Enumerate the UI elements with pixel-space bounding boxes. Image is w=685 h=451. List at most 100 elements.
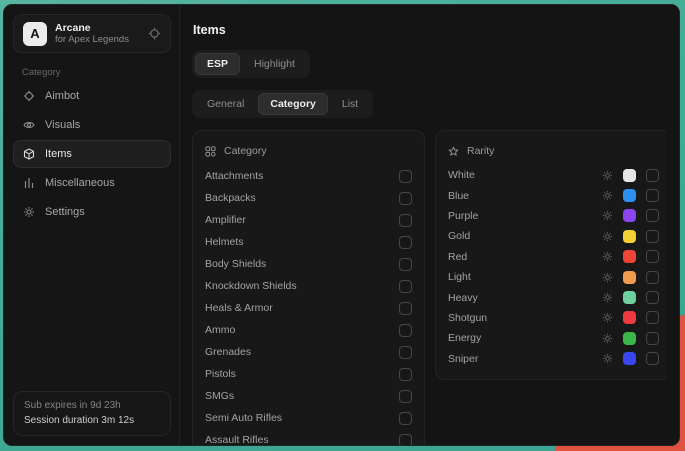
rarity-row: Purple [448,206,659,226]
rarity-checkbox[interactable] [646,271,659,284]
tab-esp[interactable]: ESP [195,53,240,75]
rarity-checkbox[interactable] [646,250,659,263]
category-row-label: Assault Rifles [205,434,269,445]
category-row: Semi Auto Rifles [205,407,412,429]
brand-card: A Arcane for Apex Legends [13,14,171,53]
sub-expiry-text: Sub expires in 9d 23h [24,398,160,413]
rarity-row: Gold [448,226,659,246]
session-duration-text: Session duration 3m 12s [24,413,160,428]
sidebar-item-aimbot[interactable]: Aimbot [13,82,171,110]
category-checkbox[interactable] [399,302,412,315]
tab-list[interactable]: List [330,93,370,115]
color-swatch[interactable] [623,189,636,202]
category-checkbox[interactable] [399,412,412,425]
category-row: Pistols [205,363,412,385]
tab-general[interactable]: General [195,93,256,115]
color-swatch[interactable] [623,311,636,324]
eye-icon [23,119,35,131]
category-row: Assault Rifles [205,429,412,445]
sidebar-item-miscellaneous[interactable]: Miscellaneous [13,169,171,197]
gear-icon[interactable] [602,272,613,283]
rarity-checkbox[interactable] [646,169,659,182]
sidebar-item-visuals[interactable]: Visuals [13,111,171,139]
category-row: Amplifier [205,209,412,231]
gear-icon[interactable] [602,190,613,201]
category-row: Heals & Armor [205,297,412,319]
rarity-row-label: Red [448,251,467,263]
gear-icon[interactable] [602,251,613,262]
rarity-row-label: Light [448,271,471,283]
category-checkbox[interactable] [399,368,412,381]
category-row: Grenades [205,341,412,363]
category-row: Knockdown Shields [205,275,412,297]
color-swatch[interactable] [623,230,636,243]
category-row: Ammo [205,319,412,341]
category-checkbox[interactable] [399,280,412,293]
star-icon [448,146,459,157]
sidebar-item-settings[interactable]: Settings [13,198,171,226]
category-row-label: Amplifier [205,214,246,226]
rarity-row: White [448,165,659,185]
category-row: Helmets [205,231,412,253]
gear-icon[interactable] [602,353,613,364]
brand-subtitle: for Apex Legends [55,34,129,46]
rarity-checkbox[interactable] [646,230,659,243]
page-title: Items [193,23,666,37]
sidebar-item-label: Aimbot [45,90,79,102]
target-icon[interactable] [148,27,161,40]
category-row-label: Heals & Armor [205,302,273,314]
rarity-checkbox[interactable] [646,352,659,365]
category-checkbox[interactable] [399,434,412,446]
rarity-panel-header: Rarity [448,141,659,161]
category-row-label: Knockdown Shields [205,280,297,292]
color-swatch[interactable] [623,291,636,304]
category-checkbox[interactable] [399,324,412,337]
category-row-label: Attachments [205,170,263,182]
color-swatch[interactable] [623,209,636,222]
rarity-checkbox[interactable] [646,209,659,222]
category-row: SMGs [205,385,412,407]
rarity-checkbox[interactable] [646,189,659,202]
rarity-checkbox[interactable] [646,311,659,324]
category-checkbox[interactable] [399,170,412,183]
main-content: Items ESP Highlight General Category Lis… [180,5,679,445]
grid-icon [205,146,216,157]
mode-tab-group: ESP Highlight [192,50,310,78]
rarity-row-label: Energy [448,332,481,344]
color-swatch[interactable] [623,250,636,263]
category-checkbox[interactable] [399,192,412,205]
gear-icon[interactable] [602,210,613,221]
gear-icon[interactable] [602,231,613,242]
sidebar-item-label: Miscellaneous [45,177,115,189]
rarity-row: Blue [448,185,659,205]
category-row: Backpacks [205,187,412,209]
color-swatch[interactable] [623,352,636,365]
tab-category[interactable]: Category [258,93,328,115]
category-checkbox[interactable] [399,346,412,359]
gear-icon[interactable] [602,292,613,303]
category-checkbox[interactable] [399,390,412,403]
color-swatch[interactable] [623,332,636,345]
rarity-row: Light [448,267,659,287]
gear-icon[interactable] [602,333,613,344]
sidebar: A Arcane for Apex Legends Category Aimbo… [4,5,180,445]
rarity-row-label: Heavy [448,292,478,304]
category-panel-title: Category [224,145,267,157]
tab-highlight[interactable]: Highlight [242,53,307,75]
category-checkbox[interactable] [399,236,412,249]
category-row-label: Backpacks [205,192,256,204]
sidebar-item-label: Settings [45,206,85,218]
rarity-row: Sniper [448,349,659,369]
category-row-label: Helmets [205,236,244,248]
gear-icon[interactable] [602,312,613,323]
category-checkbox[interactable] [399,214,412,227]
gear-icon[interactable] [602,170,613,181]
sidebar-item-items[interactable]: Items [13,140,171,168]
view-tab-group: General Category List [192,90,373,118]
category-row-label: Ammo [205,324,235,336]
color-swatch[interactable] [623,271,636,284]
category-checkbox[interactable] [399,258,412,271]
rarity-checkbox[interactable] [646,332,659,345]
color-swatch[interactable] [623,169,636,182]
rarity-checkbox[interactable] [646,291,659,304]
